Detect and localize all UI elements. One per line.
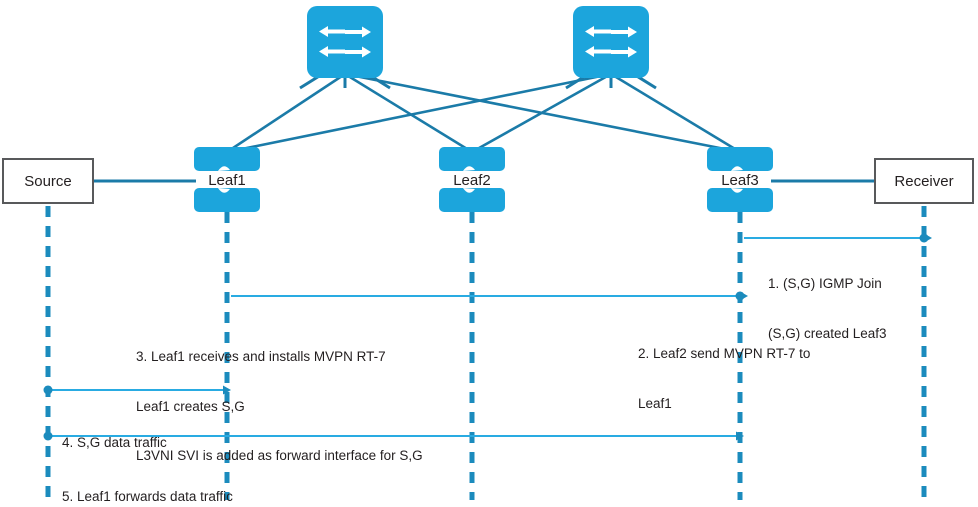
leaf2-label: Leaf2 xyxy=(453,172,491,189)
link-spine2-leaf2 xyxy=(471,72,612,154)
step-2-line-1: 2. Leaf2 send MVPN RT-7 to xyxy=(638,346,811,361)
leaf1-label: Leaf1 xyxy=(208,172,246,189)
step-1-line-1: 1. (S,G) IGMP Join xyxy=(768,276,882,291)
spine-switch-1[interactable] xyxy=(299,6,391,90)
step-3-line-2: Leaf1 creates S,G xyxy=(136,398,245,414)
step-4-line-1: 4. S,G data traffic xyxy=(62,435,167,450)
arrow-origin-dot xyxy=(919,233,929,243)
receiver-node[interactable]: Receiver xyxy=(874,158,974,204)
leaf3-label: Leaf3 xyxy=(721,172,759,189)
spine-switch-2[interactable] xyxy=(565,6,657,90)
step-3-line-1: 3. Leaf1 receives and installs MVPN RT-7 xyxy=(136,349,386,364)
network-flow-diagram: Leaf1 Leaf2 Leaf3 Source Receiver 1. (S,… xyxy=(0,0,978,507)
arrow-step-1 xyxy=(744,233,932,243)
step-2-line-2: Leaf1 xyxy=(638,395,672,411)
source-node[interactable]: Source xyxy=(2,158,94,204)
step-5-note: 5. Leaf1 forwards data traffic xyxy=(62,456,233,507)
arrow-origin-dot xyxy=(735,291,745,301)
switch-icon-body xyxy=(573,6,649,78)
arrow-step-2 xyxy=(231,291,748,301)
step-5-line-1: 5. Leaf1 forwards data traffic xyxy=(62,489,233,504)
arrow-origin-dot xyxy=(43,431,53,441)
step-2-note: 2. Leaf2 send MVPN RT-7 to Leaf1 xyxy=(638,313,810,445)
arrow-origin-dot xyxy=(43,385,53,395)
switch-icon-body xyxy=(307,6,383,78)
